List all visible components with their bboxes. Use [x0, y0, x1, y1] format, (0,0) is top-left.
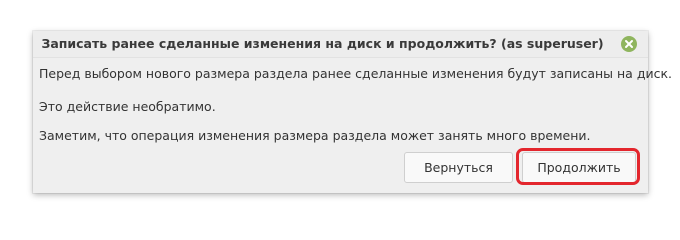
- dialog-message-irreversible: Это действие необратимо.: [39, 99, 216, 114]
- confirm-dialog: Записать ранее сделанные изменения на ди…: [33, 31, 672, 193]
- continue-button[interactable]: Продолжить: [522, 152, 636, 183]
- dialog-message-long-operation: Заметим, что операция изменения размера …: [39, 128, 591, 143]
- close-button[interactable]: [621, 36, 637, 52]
- dialog-titlebar: Записать ранее сделанные изменения на ди…: [33, 31, 648, 58]
- back-button[interactable]: Вернуться: [404, 152, 513, 183]
- close-icon: [625, 40, 633, 48]
- dialog-title: Записать ранее сделанные изменения на ди…: [41, 36, 604, 51]
- dialog-message-write-changes: Перед выбором нового размера раздела ран…: [39, 66, 672, 81]
